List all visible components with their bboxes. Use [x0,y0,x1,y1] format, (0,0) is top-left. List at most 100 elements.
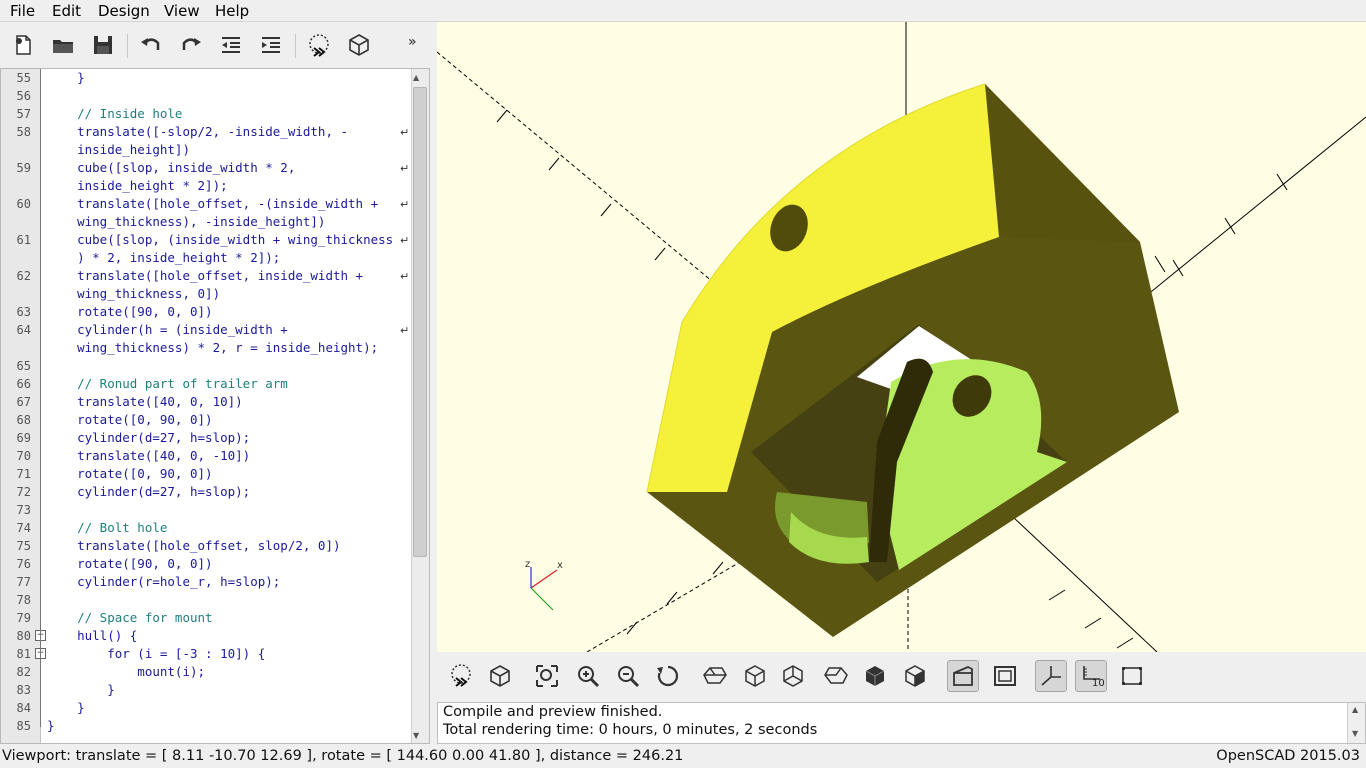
code-line: cylinder(d=27, h=slop); [47,484,251,499]
undo-icon [141,38,160,50]
code-line: translate([hole_offset, slop/2, 0]) [47,538,341,553]
code-line: translate([-slop/2, -inside_width, - [47,124,349,139]
code-line: inside_height * 2]); [47,178,228,193]
line-number: 66 [16,377,31,391]
preview-button[interactable] [445,660,477,692]
menu-file[interactable]: File [6,2,39,20]
code-line: cube([slop, (inside_width + wing_thickne… [47,232,394,247]
unindent-button[interactable] [216,30,246,60]
console-panel[interactable]: Compile and preview finished. Total rend… [437,702,1366,744]
code-line: mount(i); [47,664,206,679]
preview-button[interactable] [304,30,334,60]
show-edges-button[interactable] [1116,660,1148,692]
zoom-in-icon [578,666,600,688]
code-line: } [47,700,85,715]
code-line: translate([hole_offset, -(inside_width + [47,196,379,211]
console-scroll-up-arrow[interactable]: ▲ [1352,705,1358,714]
new-file-button[interactable] [8,30,38,60]
code-line: wing_thickness, 0]) [47,286,221,301]
open-folder-icon [53,40,73,53]
code-editor[interactable]: 55 56 57 58 59 60 61 62 63 64 65 66 67 68 69 70 71 72 73 74… [0,68,430,744]
toolbar-overflow-button[interactable]: » [408,34,417,50]
save-disk-icon [94,36,112,54]
menu-help[interactable]: Help [211,2,253,20]
code-line: } [47,70,85,85]
line-number: 63 [16,305,31,319]
render-button[interactable] [344,30,374,60]
crosshair-frame-icon [1122,667,1142,685]
preview-icon [451,664,471,687]
scroll-down-arrow[interactable]: ▼ [413,731,419,740]
line-number: 72 [16,485,31,499]
line-number: 67 [16,395,31,409]
app-version: OpenSCAD 2015.03 [1216,748,1360,764]
console-scrollbar[interactable]: ▲ ▼ [1347,703,1365,743]
line-number: 71 [16,467,31,481]
view-front-cube-icon [865,666,885,686]
line-number: 68 [16,413,31,427]
code-line: cube([slop, inside_width * 2, [47,160,296,175]
zoom-in-button[interactable] [572,660,604,692]
view-left-cube-icon [824,667,848,684]
code-line: rotate([90, 0, 0]) [47,304,213,319]
view-all-button[interactable] [531,660,563,692]
view-back-button[interactable] [899,660,931,692]
code-line: wing_thickness), -inside_height]) [47,214,326,229]
code-line: translate([hole_offset, inside_width + [47,268,364,283]
view-front-button[interactable] [859,660,891,692]
view-right-cube-icon [703,667,727,684]
view-right-button[interactable] [699,660,731,692]
editor-toolbar: » [0,22,437,68]
code-line: // Ronud part of trailer arm [47,376,288,391]
code-line: // Bolt hole [47,520,168,535]
menu-design[interactable]: Design [94,2,154,20]
redo-button[interactable] [176,30,206,60]
code-line: } [47,718,55,733]
line-number: 69 [16,431,31,445]
line-number: 82 [16,665,31,679]
line-number: 55 [16,71,31,85]
panel-splitter[interactable] [430,22,437,744]
3d-viewport[interactable]: z x [437,22,1366,652]
code-line: } [47,682,115,697]
indent-button[interactable] [256,30,286,60]
show-axes-button[interactable] [1035,660,1067,692]
line-number: 58 [16,125,31,139]
show-scale-button[interactable]: 10 [1075,660,1107,692]
zoom-out-button[interactable] [612,660,644,692]
reset-view-button[interactable] [652,660,684,692]
code-line: for (i = [-3 : 10]) { [47,646,266,661]
line-number: 73 [16,503,31,517]
line-number: 60 [16,197,31,211]
editor-scrollbar-thumb[interactable] [413,87,427,557]
scroll-up-arrow[interactable]: ▲ [413,73,419,82]
code-line: wing_thickness) * 2, r = inside_height); [47,340,379,355]
perspective-button[interactable] [947,660,979,692]
console-line: Compile and preview finished. [443,704,663,720]
orthogonal-button[interactable] [989,660,1021,692]
code-line: cylinder(r=hole_r, h=slop); [47,574,281,589]
line-number: 70 [16,449,31,463]
code-line: inside_height]) [47,142,190,157]
menu-bar: File Edit Design View Help [0,0,1366,22]
open-file-button[interactable] [48,30,78,60]
save-file-button[interactable] [88,30,118,60]
toolbar-separator [127,34,128,58]
menu-view[interactable]: View [160,2,204,20]
wrap-indicator-icon: ↵ [400,162,410,175]
undo-button[interactable] [136,30,166,60]
view-bottom-button[interactable] [777,660,809,692]
view-top-button[interactable] [739,660,771,692]
render-button[interactable] [484,660,516,692]
view-left-button[interactable] [820,660,852,692]
console-scroll-down-arrow[interactable]: ▼ [1352,729,1358,738]
axes-icon [1041,666,1061,686]
toolbar-separator [295,34,296,58]
menu-edit[interactable]: Edit [48,2,85,20]
line-number: 76 [16,557,31,571]
line-number: 84 [16,701,31,715]
line-number: 62 [16,269,31,283]
code-line: // Inside hole [47,106,183,121]
line-number: 81 [16,647,31,661]
new-file-icon [16,35,31,55]
